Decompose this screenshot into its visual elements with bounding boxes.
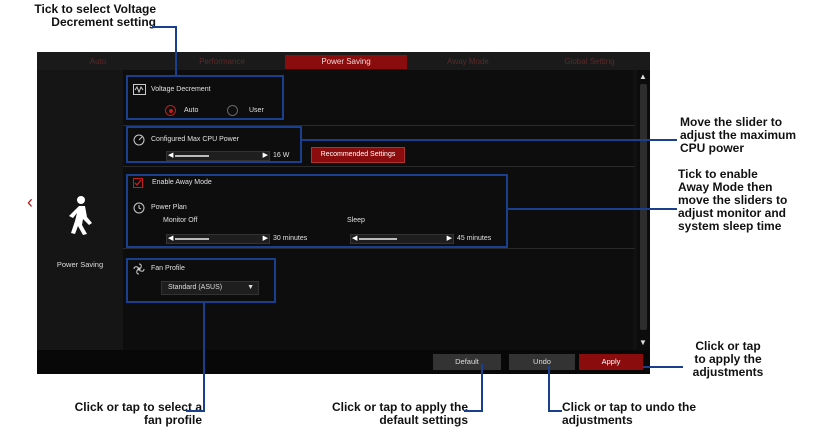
annotation-apply-line3: adjustments [692, 365, 764, 379]
tab-auto[interactable]: Auto [37, 55, 159, 69]
chevron-left-icon[interactable]: ‹ [27, 192, 33, 213]
max-cpu-highlight-box [126, 126, 302, 163]
scroll-thumb[interactable] [640, 84, 647, 330]
mode-pane: Power Saving [37, 70, 123, 350]
annotation-default-line2: default settings [379, 413, 468, 427]
tab-away-mode[interactable]: Away Mode [409, 55, 527, 69]
away-mode-highlight-box [126, 174, 508, 248]
voltage-highlight-box [126, 75, 284, 120]
annotation-fan-line2: fan profile [143, 413, 202, 427]
action-bar: Default Undo Apply [37, 350, 650, 374]
scroll-up-icon[interactable]: ▲ [639, 72, 647, 81]
annotation-maxcpu-line3: CPU power [680, 141, 745, 155]
annotation-undo-line2: adjustments [562, 413, 633, 427]
tab-global-setting[interactable]: Global Setting [529, 55, 650, 69]
tab-performance[interactable]: Performance [161, 55, 283, 69]
undo-button[interactable]: Undo [509, 354, 575, 370]
scroll-down-icon[interactable]: ▼ [639, 338, 647, 347]
tab-power-saving[interactable]: Power Saving [285, 55, 407, 69]
annotation-voltage-line2: Decrement setting [51, 15, 156, 29]
scrollbar[interactable]: ▲ ▼ [637, 70, 650, 350]
walking-person-icon [69, 196, 92, 235]
apply-button[interactable]: Apply [579, 354, 643, 370]
mode-label: Power Saving [56, 260, 104, 269]
recommended-settings-button[interactable]: Recommended Settings [311, 147, 405, 163]
default-button[interactable]: Default [433, 354, 501, 370]
annotation-away-line5: system sleep time [678, 219, 782, 233]
tab-bar: Auto Performance Power Saving Away Mode … [37, 52, 650, 70]
fan-highlight-box [126, 258, 276, 303]
